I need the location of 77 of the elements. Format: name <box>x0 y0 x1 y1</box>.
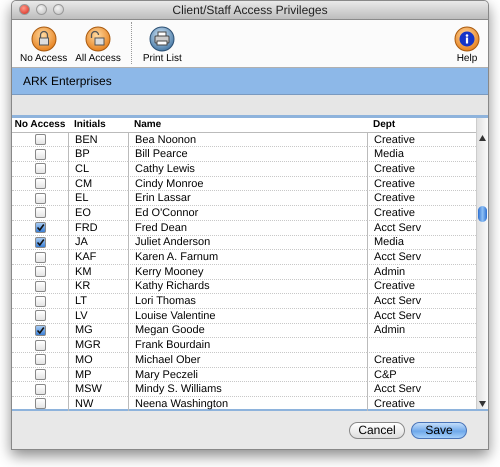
table-cell: MGR <box>68 338 128 353</box>
checkbox[interactable] <box>34 222 46 234</box>
table-cell: Bea Noonon <box>128 132 367 148</box>
checkbox[interactable] <box>34 354 46 366</box>
table-cell: FRD <box>68 220 128 236</box>
table-cell: Ed O'Connor <box>128 206 367 221</box>
printer-icon <box>149 26 176 52</box>
checkbox[interactable] <box>34 324 46 336</box>
scroll-down-arrow-icon[interactable] <box>479 401 486 407</box>
table-cell: LV <box>68 308 128 324</box>
save-button[interactable]: Save <box>411 422 467 438</box>
table-cell: Kerry Mooney <box>128 264 367 280</box>
table-cell: CM <box>68 176 128 192</box>
zoom-button[interactable] <box>53 4 64 15</box>
table-cell: MSW <box>68 382 128 398</box>
scroll-up-arrow-icon[interactable] <box>479 135 486 141</box>
table-cell: CL <box>68 162 128 177</box>
table-cell: EL <box>68 191 128 206</box>
table-cell: Michael Ober <box>128 353 367 368</box>
checkbox[interactable] <box>34 236 46 248</box>
checkbox[interactable] <box>34 296 46 307</box>
info-icon <box>454 26 480 52</box>
checkbox[interactable] <box>34 192 46 204</box>
checkbox[interactable] <box>34 252 46 263</box>
checkbox[interactable] <box>34 134 46 146</box>
table-cell: Bill Pearce <box>128 147 367 162</box>
checkbox[interactable] <box>34 398 46 410</box>
checkbox[interactable] <box>34 384 46 395</box>
checkbox[interactable] <box>34 310 46 322</box>
checkbox[interactable] <box>34 280 46 292</box>
close-button[interactable] <box>19 4 30 15</box>
table-cell: JA <box>68 236 128 250</box>
table-cell: Cindy Monroe <box>128 176 367 192</box>
table-cell: KR <box>68 280 128 294</box>
checkbox[interactable] <box>34 369 46 380</box>
window-title: Client/Staff Access Privileges <box>171 3 329 17</box>
table-cell: MP <box>68 368 128 382</box>
toolbar-button[interactable]: All Access <box>73 26 123 64</box>
table-cell: LT <box>68 294 128 309</box>
unlocked-lock-icon <box>85 26 112 52</box>
table-cell: Juliet Anderson <box>128 236 367 250</box>
table-cell: MO <box>68 353 128 368</box>
table-cell: BEN <box>68 132 128 148</box>
table-cell: Karen A. Farnum <box>128 250 367 265</box>
toolbar-button[interactable]: Help <box>452 26 482 64</box>
table-cell: Kathy Richards <box>128 280 367 294</box>
table-cell: MG <box>68 324 128 338</box>
checkbox[interactable] <box>34 178 46 190</box>
table-cell: Fred Dean <box>128 220 367 236</box>
checkbox[interactable] <box>34 207 46 218</box>
table-cell: EO <box>68 206 128 221</box>
table-cell: Megan Goode <box>128 324 367 338</box>
table-cell: Frank Bourdain <box>128 338 367 353</box>
table-cell: KM <box>68 264 128 280</box>
cancel-button[interactable]: Cancel <box>349 422 405 438</box>
checkbox[interactable] <box>34 340 46 351</box>
column-header[interactable]: Name <box>128 118 367 133</box>
column-header[interactable]: Initials <box>68 118 128 133</box>
table-cell: Louise Valentine <box>128 308 367 324</box>
scrollbar[interactable] <box>476 118 488 409</box>
table-cell: Cathy Lewis <box>128 162 367 177</box>
table-cell: Lori Thomas <box>128 294 367 309</box>
table-cell: KAF <box>68 250 128 265</box>
table-cell: BP <box>68 147 128 162</box>
lock-icon <box>30 26 57 52</box>
scroll-thumb[interactable] <box>478 206 487 222</box>
checkbox[interactable] <box>34 163 46 174</box>
minimize-button[interactable] <box>36 4 47 15</box>
table-cell: Mary Peczeli <box>128 368 367 382</box>
checkbox[interactable] <box>34 266 46 278</box>
table-cell: Mindy S. Williams <box>128 382 367 398</box>
column-header[interactable]: No Access <box>12 118 68 133</box>
table-cell: Erin Lassar <box>128 191 367 206</box>
company-name: ARK Enterprises <box>23 74 112 88</box>
toolbar-button[interactable]: No Access <box>18 26 70 64</box>
checkbox[interactable] <box>34 148 46 160</box>
toolbar-button[interactable]: Print List <box>140 26 184 64</box>
